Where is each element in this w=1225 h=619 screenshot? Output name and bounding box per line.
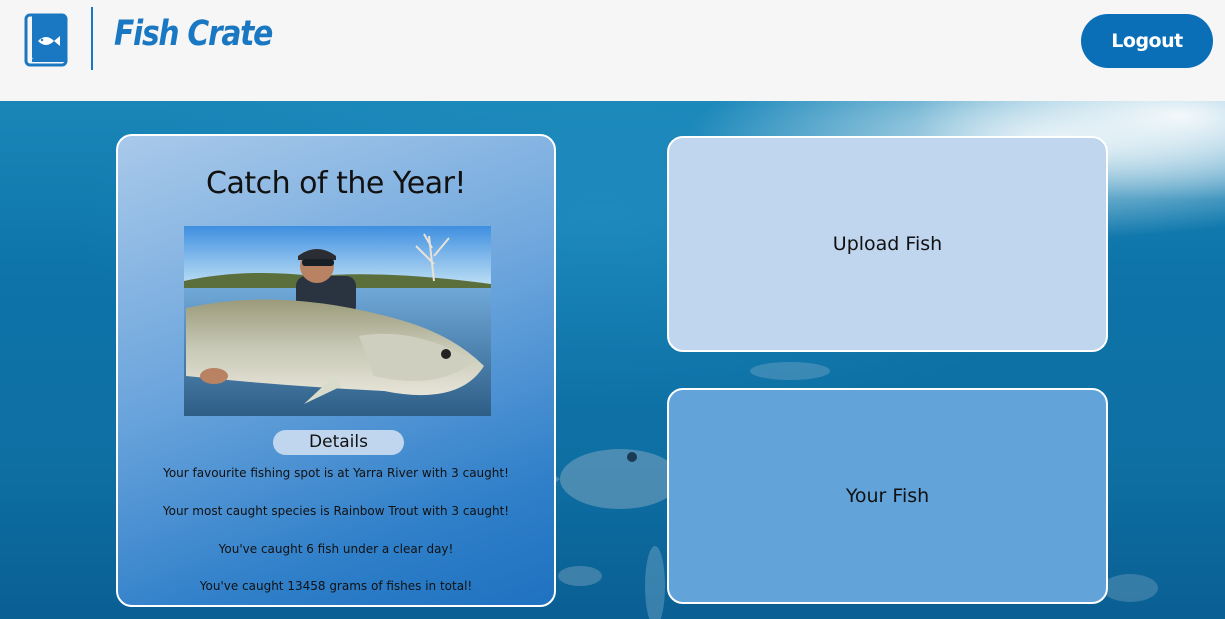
- logo-divider: [91, 7, 93, 70]
- your-fish-label: Your Fish: [845, 485, 930, 507]
- upload-fish-card[interactable]: Upload Fish: [667, 136, 1108, 352]
- details-label: Details: [273, 430, 404, 455]
- stat-total-weight: You've caught 13458 grams of fishes in t…: [199, 579, 473, 593]
- brand-title[interactable]: Fish Crate: [114, 14, 273, 54]
- your-fish-card[interactable]: Your Fish: [667, 388, 1108, 604]
- logout-button[interactable]: Logout: [1081, 14, 1213, 68]
- stat-favourite-spot: Your favourite fishing spot is at Yarra …: [163, 466, 509, 480]
- catch-title: Catch of the Year!: [206, 166, 466, 201]
- top-header: Fish Crate Logout: [0, 0, 1225, 101]
- stat-most-caught-species: Your most caught species is Rainbow Trou…: [162, 504, 510, 518]
- stat-clear-day-catches: You've caught 6 fish under a clear day!: [218, 542, 454, 556]
- upload-fish-label: Upload Fish: [832, 233, 943, 255]
- fish-book-icon[interactable]: [24, 13, 70, 67]
- catch-photo: [184, 226, 491, 416]
- catch-of-the-year-card: Catch of the Year! Details Your favourit…: [116, 134, 556, 607]
